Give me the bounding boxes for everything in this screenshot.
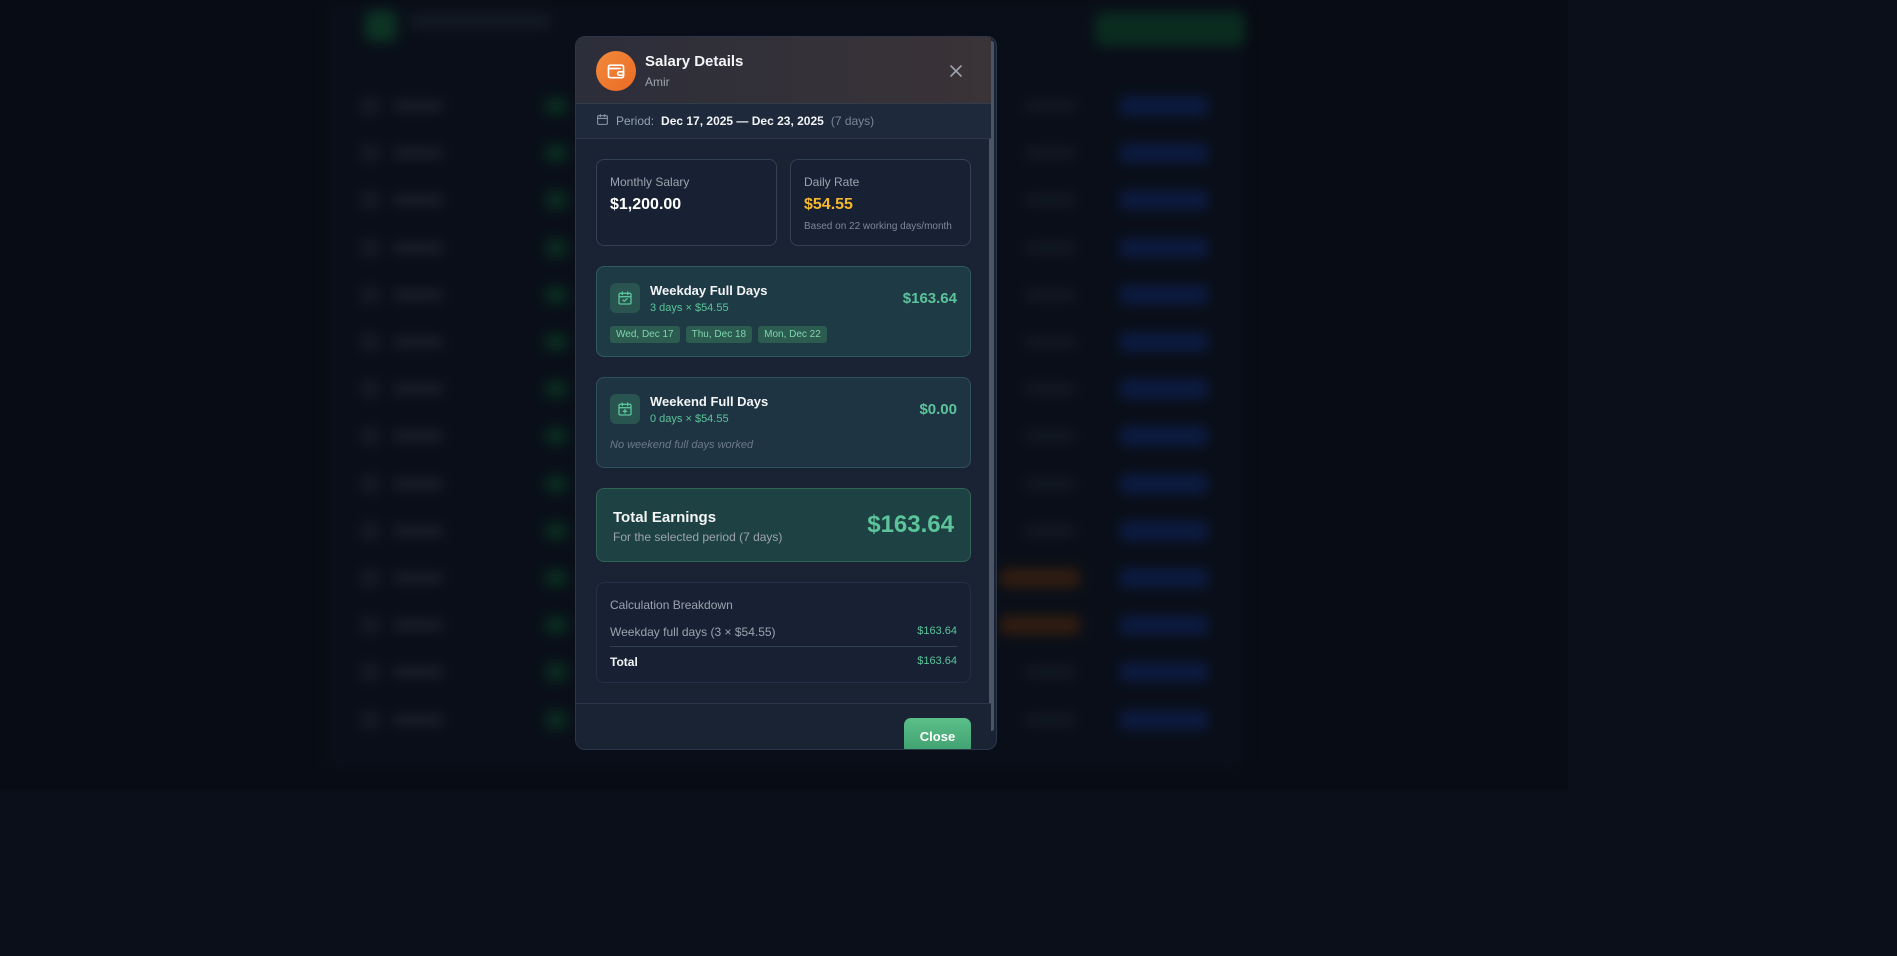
monthly-salary-label: Monthly Salary <box>610 175 690 189</box>
breakdown-title: Calculation Breakdown <box>610 598 733 612</box>
modal-title: Salary Details <box>645 53 744 70</box>
daily-rate-note: Based on 22 working days/month <box>804 221 952 232</box>
weekend-formula: 0 days × $54.55 <box>650 413 729 425</box>
date-chip: Mon, Dec 22 <box>758 326 827 343</box>
period-bar: Period: Dec 17, 2025 — Dec 23, 2025 (7 d… <box>576 104 991 139</box>
employee-name: Amir <box>645 75 670 89</box>
weekend-title: Weekend Full Days <box>650 394 769 409</box>
weekday-formula: 3 days × $54.55 <box>650 302 729 314</box>
breakdown-total-value: $163.64 <box>917 655 957 667</box>
monthly-salary-card: Monthly Salary $1,200.00 <box>596 159 777 246</box>
close-icon[interactable] <box>944 59 968 83</box>
modal-header: Salary Details Amir <box>576 37 991 104</box>
weekend-empty-text: No weekend full days worked <box>610 439 754 451</box>
daily-rate-card: Daily Rate $54.55 Based on 22 working da… <box>790 159 971 246</box>
total-earnings-title: Total Earnings <box>613 509 717 526</box>
date-chip: Thu, Dec 18 <box>685 326 753 343</box>
date-chip: Wed, Dec 17 <box>610 326 680 343</box>
total-earnings-subtitle: For the selected period (7 days) <box>613 530 783 544</box>
weekday-title: Weekday Full Days <box>650 283 768 298</box>
daily-rate-value: $54.55 <box>804 196 853 213</box>
period-range: Dec 17, 2025 — Dec 23, 2025 <box>661 114 824 128</box>
calculation-breakdown: Calculation Breakdown Weekday full days … <box>596 582 971 683</box>
weekday-card: Weekday Full Days 3 days × $54.55 $163.6… <box>596 266 971 357</box>
calendar-check-icon <box>610 283 640 313</box>
total-earnings-amount: $163.64 <box>867 511 954 538</box>
calendar-plus-icon <box>610 394 640 424</box>
breakdown-divider <box>610 646 957 647</box>
period-label: Period: <box>616 114 655 128</box>
modal-scrollbar[interactable] <box>989 41 994 731</box>
breakdown-row-value: $163.64 <box>917 625 957 637</box>
weekend-amount: $0.00 <box>919 401 957 418</box>
monthly-salary-value: $1,200.00 <box>610 196 682 213</box>
close-button[interactable]: Close <box>904 718 971 749</box>
weekend-card: Weekend Full Days 0 days × $54.55 $0.00 … <box>596 377 971 468</box>
total-earnings-card: Total Earnings For the selected period (… <box>596 488 971 562</box>
daily-rate-label: Daily Rate <box>804 175 860 189</box>
modal-footer: Close <box>576 703 991 749</box>
weekday-amount: $163.64 <box>902 290 957 307</box>
weekday-dates: Wed, Dec 17 Thu, Dec 18 Mon, Dec 22 <box>610 326 827 343</box>
calendar-icon <box>596 113 609 129</box>
wallet-icon <box>596 51 636 91</box>
salary-details-modal: Salary Details Amir Period: Dec 17, 2025… <box>575 36 997 750</box>
period-days: (7 days) <box>830 114 875 128</box>
breakdown-row-label: Weekday full days (3 × $54.55) <box>610 625 776 639</box>
breakdown-total-label: Total <box>610 655 638 669</box>
